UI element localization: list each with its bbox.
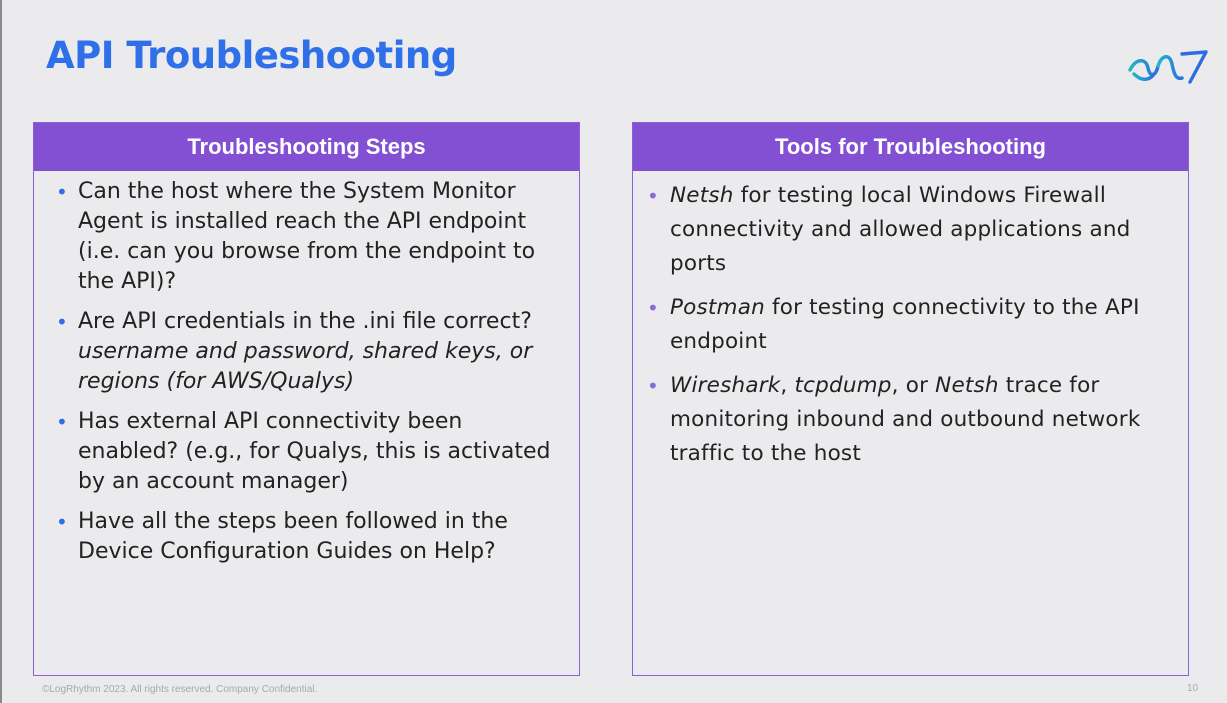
- troubleshooting-steps-panel: Troubleshooting Steps • Can the host wher…: [33, 122, 580, 676]
- item-subtext: username and password, shared keys, or r…: [78, 339, 533, 394]
- item-text: for testing local Windows Firewall conne…: [670, 183, 1131, 276]
- item-text: Has external API connectivity been enabl…: [78, 409, 551, 494]
- list-item: • Have all the steps been followed in the…: [54, 507, 565, 567]
- list-item: • Netsh for testing local Windows Firewal…: [645, 179, 1174, 281]
- page-number: 10: [1187, 683, 1199, 694]
- tool-name: Wireshark: [670, 373, 781, 398]
- item-text: Are API credentials in the .ini file cor…: [78, 309, 532, 334]
- item-text: Can the host where the System Monitor Ag…: [78, 179, 536, 294]
- bullet-icon: •: [647, 374, 659, 398]
- list-item: • Are API credentials in the .ini file co…: [54, 307, 565, 397]
- bullet-icon: •: [56, 510, 68, 534]
- tool-name: Netsh: [935, 373, 999, 398]
- item-text: Have all the steps been followed in the …: [78, 509, 508, 564]
- panel-header: Tools for Troubleshooting: [633, 123, 1188, 171]
- list-item: • Can the host where the System Monitor A…: [54, 177, 565, 297]
- slide-title: API Troubleshooting: [46, 34, 457, 77]
- panel-header: Troubleshooting Steps: [34, 123, 579, 171]
- list-item: • Postman for testing connectivity to the…: [645, 291, 1174, 359]
- bullet-icon: •: [56, 310, 68, 334]
- tools-list: • Netsh for testing local Windows Firewal…: [633, 171, 1188, 471]
- tool-name: Postman: [670, 295, 765, 320]
- tool-name: tcpdump: [794, 373, 892, 398]
- tool-name: Netsh: [670, 183, 734, 208]
- tools-panel: Tools for Troubleshooting • Netsh for tes…: [632, 122, 1189, 676]
- bullet-icon: •: [56, 410, 68, 434]
- separator-text: ,: [780, 373, 795, 398]
- bullet-icon: •: [647, 184, 659, 208]
- bullet-icon: •: [647, 296, 659, 320]
- bullet-icon: •: [56, 180, 68, 204]
- separator-text: , or: [891, 373, 936, 398]
- copyright-footer: ©LogRhythm 2023. All rights reserved. Co…: [42, 684, 318, 695]
- logrhythm-logo-icon: [1128, 50, 1208, 84]
- steps-list: • Can the host where the System Monitor A…: [34, 171, 579, 567]
- list-item: • Wireshark, tcpdump, or Netsh trace for …: [645, 369, 1174, 471]
- list-item: • Has external API connectivity been enab…: [54, 407, 565, 497]
